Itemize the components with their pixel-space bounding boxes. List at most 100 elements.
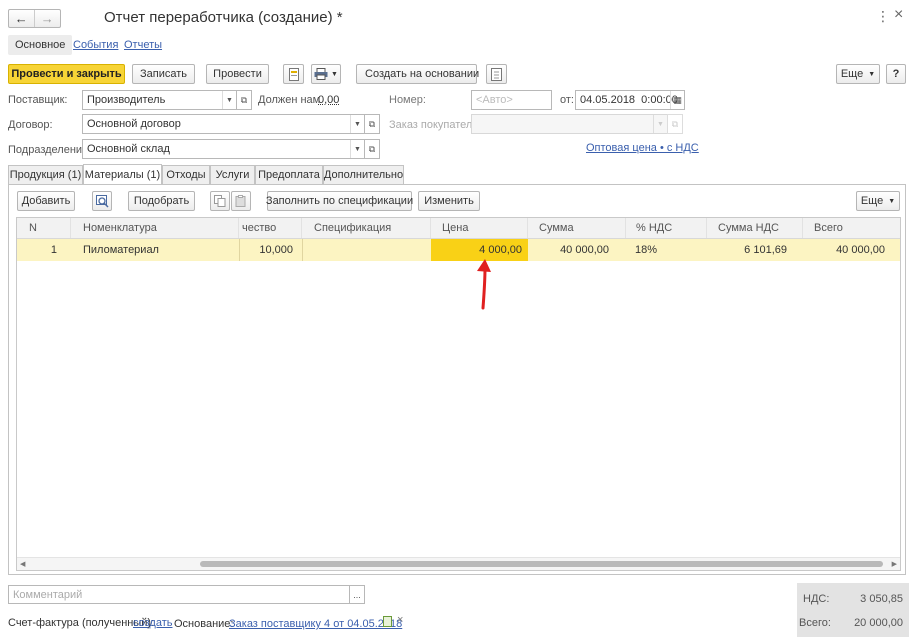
basis-label: Основание: [174, 618, 234, 630]
cell-nomenclature: Пиломатериал [83, 244, 159, 256]
tab-additional[interactable]: Дополнительно [323, 165, 404, 184]
paste-icon [235, 195, 246, 207]
vat-total-label: НДС: [803, 593, 830, 605]
more-label: Еще [840, 68, 864, 80]
column-header-specification[interactable]: Спецификация [302, 218, 431, 238]
buyer-order-label: Заказ покупателя: [389, 119, 482, 131]
department-field[interactable]: Основной склад ▼ [82, 139, 365, 159]
chevron-down-icon: ▼ [868, 70, 876, 78]
table-more-button[interactable]: Еще ▼ [856, 191, 900, 211]
section-tab-events[interactable]: События [73, 39, 118, 51]
document-flow-button[interactable] [283, 64, 304, 84]
column-header-quantity[interactable]: чество [239, 218, 302, 238]
nav-buttons: ← → [8, 9, 61, 28]
cell-sum: 40 000,00 [560, 244, 609, 256]
back-arrow-icon[interactable]: ← [9, 10, 35, 27]
cell-specification [302, 239, 431, 261]
table-row[interactable]: 1 Пиломатериал 10,000 4 000,00 40 000,00… [17, 239, 900, 261]
cell-n: 1 [50, 244, 57, 256]
open-supplier-button[interactable]: ⧉ [236, 90, 252, 110]
price-type-link[interactable]: Оптовая цена • с НДС [586, 142, 699, 154]
column-header-sum[interactable]: Сумма [528, 218, 626, 238]
cell-vat-sum: 6 101,69 [744, 244, 787, 256]
supplier-field[interactable]: Производитель ▼ [82, 90, 237, 110]
chevron-down-icon: ▼ [653, 115, 667, 133]
fill-by-spec-button[interactable]: Заполнить по спецификации [266, 191, 413, 211]
chevron-down-icon: ▼ [331, 70, 338, 78]
department-label: Подразделение: [8, 144, 92, 156]
copy-rows-button[interactable] [210, 191, 230, 211]
basis-document-link[interactable]: Заказ поставщику 4 от 04.05.2018 [229, 618, 402, 630]
number-input[interactable]: <Авто> [471, 90, 552, 110]
cell-quantity: 10,000 [239, 239, 299, 261]
column-header-nomenclature[interactable]: Номенклатура [71, 218, 239, 238]
tab-products[interactable]: Продукция (1) [8, 165, 83, 184]
chevron-down-icon: ▼ [888, 197, 896, 205]
tab-waste[interactable]: Отходы [162, 165, 210, 184]
create-based-on-button[interactable]: Создать на основании ▼ [356, 64, 492, 84]
tab-materials[interactable]: Материалы (1) [83, 164, 162, 185]
document-icon [288, 67, 299, 81]
department-value: Основной склад [87, 143, 170, 155]
horizontal-scrollbar[interactable]: ◀ ▶ [17, 557, 900, 570]
table-header: N Номенклатура чество Спецификация Цена … [17, 218, 900, 239]
annotation-arrow-icon [477, 259, 491, 310]
contract-field[interactable]: Основной договор ▼ [82, 114, 365, 134]
post-button[interactable]: Провести [206, 64, 269, 84]
date-field[interactable]: 04.05.2018 0:00:00 ▦ [575, 90, 685, 110]
contract-value: Основной договор [87, 118, 181, 130]
comment-field[interactable]: Комментарий [8, 585, 350, 604]
buyer-order-field: ▼ [471, 114, 668, 134]
scroll-left-icon[interactable]: ◀ [20, 560, 25, 568]
column-header-vat-sum[interactable]: Сумма НДС [707, 218, 803, 238]
open-department-button[interactable]: ⧉ [364, 139, 380, 159]
date-value: 04.05.2018 0:00:00 [580, 94, 678, 106]
create-based-on-label: Создать на основании [365, 68, 480, 80]
chevron-down-icon[interactable]: ▼ [350, 115, 364, 133]
number-placeholder: <Авто> [476, 94, 513, 106]
close-icon[interactable]: × [894, 6, 903, 24]
more-button[interactable]: Еще ▼ [836, 64, 880, 84]
forward-arrow-icon[interactable]: → [35, 10, 60, 27]
paste-rows-button[interactable] [231, 191, 251, 211]
change-button[interactable]: Изменить [418, 191, 480, 211]
scrollbar-thumb[interactable] [200, 561, 883, 567]
debt-value[interactable]: 0,00 [318, 94, 339, 106]
help-button[interactable]: ? [886, 64, 906, 84]
contract-label: Договор: [8, 119, 53, 131]
column-header-vat-rate[interactable]: % НДС [626, 218, 707, 238]
add-button[interactable]: Добавить [17, 191, 75, 211]
chevron-down-icon[interactable]: ▼ [350, 140, 364, 158]
tab-prepayment[interactable]: Предоплата [255, 165, 323, 184]
window-title: Отчет переработчика (создание) * [104, 9, 343, 26]
comment-expand-button[interactable]: ... [349, 585, 365, 604]
section-tab-reports[interactable]: Отчеты [124, 39, 162, 51]
grand-total-value: 20 000,00 [854, 617, 903, 629]
open-contract-button[interactable]: ⧉ [364, 114, 380, 134]
column-header-price[interactable]: Цена [431, 218, 528, 238]
tab-services[interactable]: Услуги [210, 165, 255, 184]
column-header-total[interactable]: Всего [803, 218, 900, 238]
copy-icon [214, 195, 226, 207]
table-more-label: Еще [860, 195, 884, 207]
select-button[interactable]: Подобрать [128, 191, 195, 211]
kebab-menu-icon[interactable]: ⋮ [876, 8, 890, 25]
related-documents-button[interactable] [486, 64, 507, 84]
cell-vat-rate: 18% [635, 244, 658, 256]
section-tab-main[interactable]: Основное [8, 35, 73, 55]
print-button[interactable]: ▼ [311, 64, 341, 84]
save-button[interactable]: Записать [132, 64, 195, 84]
scroll-right-icon[interactable]: ▶ [892, 560, 897, 568]
calendar-icon[interactable]: ▦ [670, 91, 684, 109]
date-label: от: [560, 94, 574, 106]
column-header-n[interactable]: N [17, 218, 71, 238]
number-label: Номер: [389, 94, 426, 106]
grand-total-label: Всего: [799, 617, 831, 629]
chevron-down-icon[interactable]: ▼ [222, 91, 236, 109]
basis-remove-icon[interactable]: × [397, 614, 403, 626]
invoice-create-link[interactable]: создать [133, 617, 172, 629]
post-and-close-button[interactable]: Провести и закрыть [8, 64, 125, 84]
supplier-label: Поставщик: [8, 94, 68, 106]
comment-placeholder: Комментарий [13, 588, 83, 601]
find-in-table-button[interactable] [92, 191, 112, 211]
